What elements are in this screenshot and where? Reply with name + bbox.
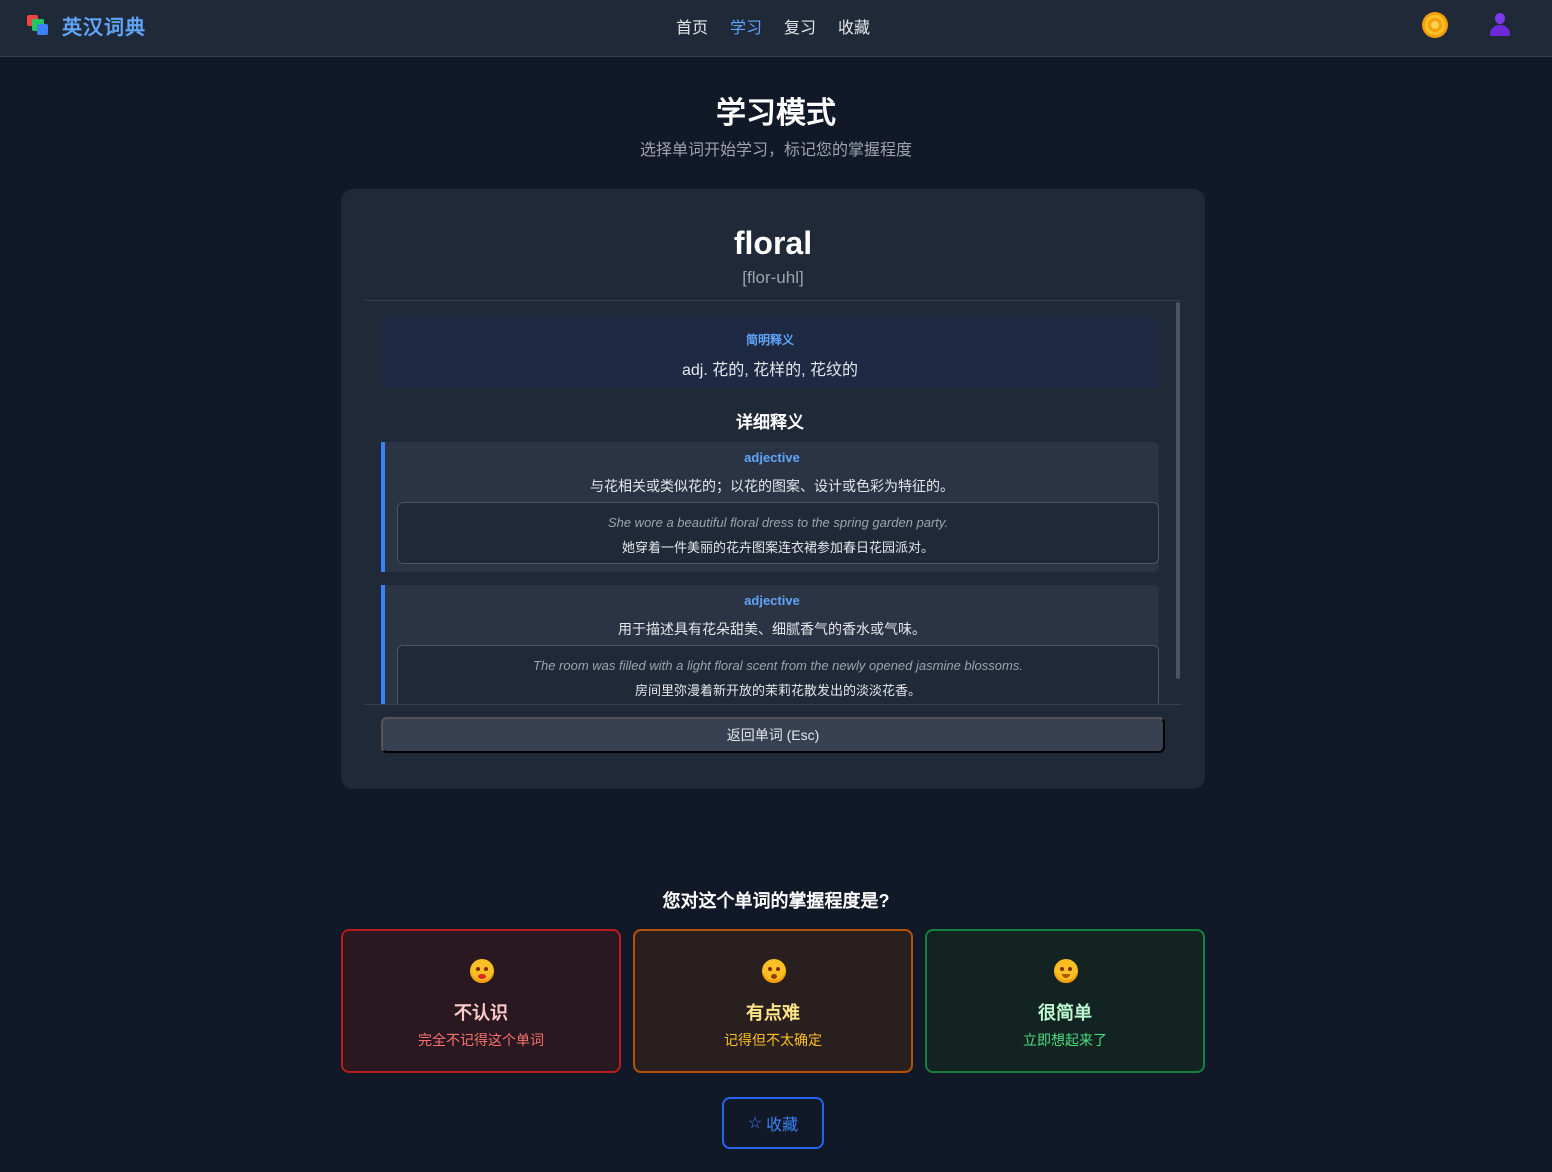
example-box: She wore a beautiful floral dress to the… <box>397 502 1159 564</box>
user-avatar-icon[interactable] <box>1487 12 1513 38</box>
favorite-button[interactable]: ☆ 收藏 <box>722 1097 824 1149</box>
option-title: 不认识 <box>454 1003 508 1023</box>
main-nav: 首页 学习 复习 收藏 <box>676 14 870 38</box>
divider <box>365 704 1181 705</box>
brief-definition-text: adj. 花的, 花样的, 花纹的 <box>681 362 859 379</box>
back-to-word-button[interactable]: 返回单词 (Esc) <box>381 717 1165 753</box>
detail-definition-title: 详细释义 <box>736 413 804 432</box>
page-subtitle: 选择单词开始学习，标记您的掌握程度 <box>639 142 912 159</box>
nav-home[interactable]: 首页 <box>676 14 708 38</box>
theme-toggle-icon[interactable] <box>1422 12 1448 38</box>
word-term: floral <box>733 225 813 261</box>
sense-item: adjective 用于描述具有花朵甜美、细腻香气的香水或气味。 The roo… <box>381 585 1159 704</box>
nav-favorites[interactable]: 收藏 <box>838 14 870 38</box>
example-english: The room was filled with a light floral … <box>533 658 1023 673</box>
example-english: She wore a beautiful floral dress to the… <box>607 515 949 530</box>
star-icon: ☆ <box>747 1115 763 1132</box>
favorite-label: 收藏 <box>766 1117 799 1134</box>
word-card: floral [flor-uhl] 简明释义 adj. 花的, 花样的, 花纹的… <box>341 189 1205 789</box>
sense-item: adjective 与花相关或类似花的；以花的图案、设计或色彩为特征的。 She… <box>381 442 1159 572</box>
mastery-option-easy[interactable]: 很简单 立即想起来了 <box>925 929 1205 1073</box>
top-nav-bar: 英汉词典 首页 学习 复习 收藏 <box>0 0 1552 57</box>
mastery-option-unknown[interactable]: 不认识 完全不记得这个单词 <box>341 929 621 1073</box>
part-of-speech: adjective <box>744 450 800 465</box>
option-title: 有点难 <box>746 1003 800 1023</box>
example-box: The room was filled with a light floral … <box>397 645 1159 704</box>
page-title: 学习模式 <box>716 97 836 130</box>
option-description: 记得但不太确定 <box>724 1032 822 1048</box>
smiling-face-icon <box>1054 959 1078 983</box>
brief-definition-label: 简明释义 <box>745 333 794 347</box>
part-of-speech: adjective <box>744 593 800 608</box>
word-phonetic: [flor-uhl] <box>742 268 804 287</box>
option-title: 很简单 <box>1038 1003 1092 1023</box>
example-chinese: 房间里弥漫着新开放的茉莉花散发出的淡淡花香。 <box>634 683 921 698</box>
app-title: 英汉词典 <box>62 16 146 39</box>
flushed-face-icon <box>762 959 786 983</box>
sense-definition: 与花相关或类似花的；以花的图案、设计或色彩为特征的。 <box>590 478 954 494</box>
nav-review[interactable]: 复习 <box>784 14 816 38</box>
brand[interactable]: 英汉词典 <box>26 13 146 39</box>
brief-definition-box: 简明释义 adj. 花的, 花样的, 花纹的 <box>381 318 1159 388</box>
dictionary-logo-icon <box>26 13 50 37</box>
nav-learn[interactable]: 学习 <box>730 14 762 38</box>
option-description: 完全不记得这个单词 <box>418 1032 544 1048</box>
mastery-option-difficult[interactable]: 有点难 记得但不太确定 <box>633 929 913 1073</box>
definition-scroll-area[interactable]: 简明释义 adj. 花的, 花样的, 花纹的 详细释义 adjective 与花… <box>365 301 1181 704</box>
example-chinese: 她穿着一件美丽的花卉图案连衣裙参加春日花园派对。 <box>621 540 934 555</box>
dizzy-face-icon <box>470 959 494 983</box>
sense-definition: 用于描述具有花朵甜美、细腻香气的香水或气味。 <box>618 621 926 637</box>
scrollbar-thumb[interactable] <box>1176 302 1180 679</box>
mastery-question: 您对这个单词的掌握程度是? <box>662 891 890 911</box>
option-description: 立即想起来了 <box>1023 1032 1107 1048</box>
